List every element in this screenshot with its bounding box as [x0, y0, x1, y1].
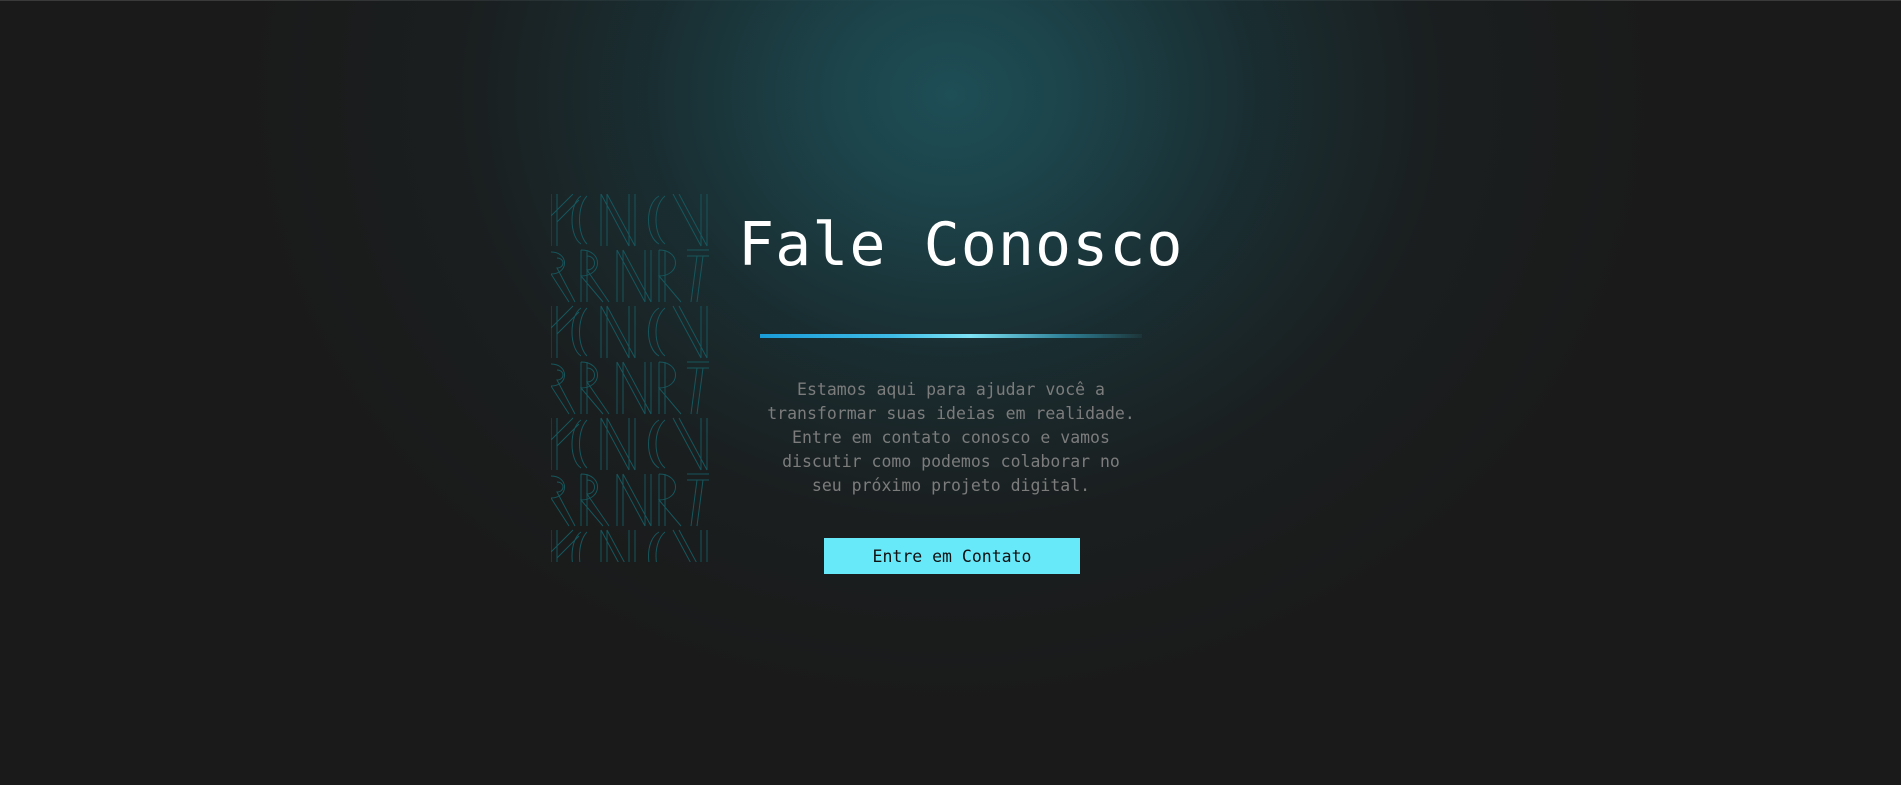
contact-cta-button[interactable]: Entre em Contato — [824, 538, 1080, 574]
title-divider — [760, 334, 1142, 338]
outlined-letter-pattern-icon — [551, 194, 709, 562]
hero-description: Estamos aqui para ajudar você a transfor… — [767, 380, 1135, 495]
page-title: Fale Conosco — [738, 210, 1184, 280]
